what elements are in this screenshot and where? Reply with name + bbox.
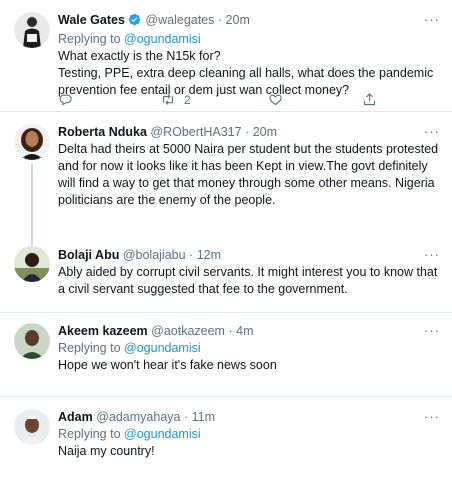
separator-dot: · — [228, 324, 233, 338]
separator-dot: · — [189, 248, 194, 262]
avatar[interactable] — [14, 323, 50, 359]
like-button[interactable] — [268, 92, 283, 107]
avatar[interactable] — [14, 409, 50, 445]
tweet-adam[interactable]: Adam @adamyahaya · 11m Replying to @ogun… — [0, 397, 452, 488]
tweet-text: Naija my country! — [58, 444, 155, 458]
share-icon — [362, 92, 377, 107]
tweet-akeem-kazeem[interactable]: Akeem kazeem @aotkazeem · 4m Replying to… — [0, 313, 452, 395]
replying-to-line: Replying to @ogundamisi — [58, 31, 442, 47]
author-handle[interactable]: @walegates — [145, 13, 214, 27]
replying-to-handle[interactable]: @ogundamisi — [124, 427, 201, 441]
timestamp[interactable]: 11m — [192, 410, 215, 424]
replying-to-line: Replying to @ogundamisi — [58, 340, 442, 356]
separator-dot: · — [183, 410, 189, 424]
author-handle[interactable]: @aotkazeem — [151, 324, 225, 338]
timestamp[interactable]: 4m — [236, 324, 253, 338]
more-icon[interactable]: ··· — [424, 124, 440, 139]
tweet-text: Hope we won't hear it's fake news soon — [58, 358, 277, 372]
author-handle[interactable]: @bolajiabu — [123, 248, 186, 262]
replying-to-handle[interactable]: @ogundamisi — [124, 341, 201, 355]
more-icon[interactable]: ··· — [424, 12, 440, 27]
tweet-wale-gates[interactable]: Wale Gates @walegates · 20m Replying to … — [0, 0, 452, 111]
tweet-roberta-nduka[interactable]: Roberta Nduka @RObertHA317 · 20m Delta h… — [0, 112, 452, 246]
like-icon — [268, 92, 283, 107]
avatar[interactable] — [14, 124, 50, 160]
thread-line — [31, 164, 33, 246]
timestamp[interactable]: 12m — [197, 248, 221, 262]
author-handle[interactable]: @adamyahaya — [96, 410, 180, 424]
avatar[interactable] — [14, 246, 50, 282]
replying-to-label: Replying to — [58, 341, 121, 355]
retweet-icon — [160, 92, 176, 107]
more-icon[interactable]: ··· — [424, 409, 440, 424]
retweet-count: 2 — [184, 92, 191, 107]
more-icon[interactable]: ··· — [424, 247, 440, 262]
more-icon[interactable]: ··· — [424, 323, 440, 338]
avatar[interactable] — [14, 12, 50, 48]
tweet-text: Ably aided by corrupt civil servants. It… — [58, 265, 438, 296]
author-name[interactable]: Adam — [58, 410, 93, 424]
author-handle[interactable]: @RObertHA317 — [150, 125, 241, 139]
tweet-text: Delta had theirs at 5000 Naira per stude… — [58, 142, 439, 207]
replying-to-line: Replying to @ogundamisi — [58, 426, 442, 442]
share-button[interactable] — [362, 92, 377, 107]
retweet-button[interactable]: 2 — [160, 92, 191, 107]
tweet-bolaji-abu[interactable]: Bolaji Abu @bolajiabu · 12m Ably aided b… — [0, 240, 452, 311]
timestamp[interactable]: 20m — [226, 13, 250, 27]
reply-icon — [58, 92, 73, 107]
author-name[interactable]: Akeem kazeem — [58, 324, 148, 338]
replying-to-handle[interactable]: @ogundamisi — [124, 32, 201, 46]
author-name[interactable]: Bolaji Abu — [58, 248, 119, 262]
reply-button[interactable] — [58, 92, 73, 107]
tweet-replies-feed: Wale Gates @walegates · 20m Replying to … — [0, 0, 452, 488]
replying-to-label: Replying to — [58, 427, 121, 441]
separator-dot: · — [245, 125, 250, 139]
author-name[interactable]: Roberta Nduka — [58, 125, 147, 139]
replying-to-label: Replying to — [58, 32, 121, 46]
separator-dot: · — [217, 13, 223, 27]
verified-badge-icon — [128, 13, 141, 30]
author-name[interactable]: Wale Gates — [58, 13, 125, 27]
timestamp[interactable]: 20m — [253, 125, 277, 139]
